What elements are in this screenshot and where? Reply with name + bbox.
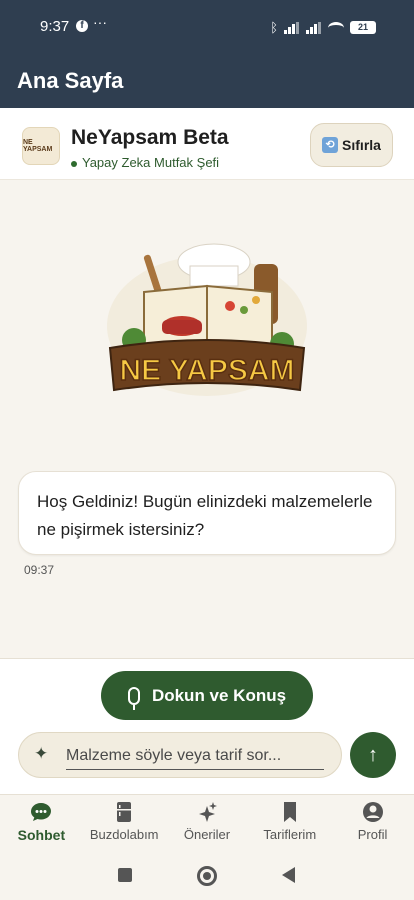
nav-item-profile[interactable]: Profil [331,795,414,850]
profile-icon [362,802,383,822]
fridge-icon [117,802,132,822]
signal-icon-2 [306,21,322,34]
page-title: Ana Sayfa [17,68,124,93]
chat-icon [31,803,52,821]
recents-icon[interactable] [118,868,132,882]
tap-to-talk-button[interactable]: Dokun ve Konuş [101,671,313,720]
nav-item-chat[interactable]: Sohbet [0,795,83,850]
nav-label-recipes: Tariflerim [263,827,317,842]
refresh-icon: ⟲ [322,137,339,153]
composer: Dokun ve Konuş ✦ ↑ [0,658,414,794]
sparkle-icon: ✦ [34,744,49,763]
brand-subtitle: Yapay Zeka Mutfak Şefi [71,155,219,170]
nav-item-suggestions[interactable]: Öneriler [166,795,249,850]
assistant-message: Hoş Geldiniz! Bugün elinizdeki malzemele… [18,471,396,555]
more-notifications-icon: ··· [93,14,107,30]
message-input[interactable] [66,742,324,770]
brand-title: NeYapsam Beta [71,126,229,149]
nav-label-chat: Sohbet [17,827,66,843]
nav-item-fridge[interactable]: Buzdolabım [83,795,166,850]
status-bar: 9:37 f ··· ᛒ 21 [0,0,414,56]
reset-label: Sıfırla [342,137,381,153]
send-button[interactable]: ↑ [350,732,396,778]
bottom-nav: Sohbet Buzdolabım Öneriler Tariflerim Pr… [0,794,414,850]
clock: 9:37 [40,18,70,35]
hero-logo-text: NE YAPSAM [119,354,294,387]
message-input-container: ✦ [18,732,342,778]
nav-label-fridge: Buzdolabım [89,827,159,842]
back-icon[interactable] [282,867,295,883]
home-icon[interactable] [197,866,217,886]
bluetooth-icon: ᛒ [270,20,278,35]
bookmark-icon [283,802,296,822]
sparkles-icon [198,802,217,822]
wifi-icon [328,21,344,34]
nav-item-recipes[interactable]: Tariflerim [248,795,331,850]
tap-to-talk-label: Dokun ve Konuş [151,685,287,705]
microphone-icon [127,686,140,710]
arrow-up-icon: ↑ [368,744,378,766]
hero-logo: NE YAPSAM [107,243,307,396]
message-timestamp: 09:37 [24,563,55,577]
app-logo: NE YAPSAM [22,127,60,165]
reset-button[interactable]: ⟲ Sıfırla [310,123,393,167]
app-logo-text: NE YAPSAM [23,139,53,153]
system-navigation [0,850,414,900]
nav-label-suggestions: Öneriler [183,827,231,842]
nav-label-profile: Profil [357,827,388,842]
chat-header: NE YAPSAM NeYapsam Beta Yapay Zeka Mutfa… [0,108,414,180]
system-icons: ᛒ 21 [270,20,376,35]
battery-icon: 21 [350,21,376,34]
app-bar: Ana Sayfa [0,56,414,108]
facebook-icon: f [76,20,88,32]
signal-icon [284,21,300,34]
